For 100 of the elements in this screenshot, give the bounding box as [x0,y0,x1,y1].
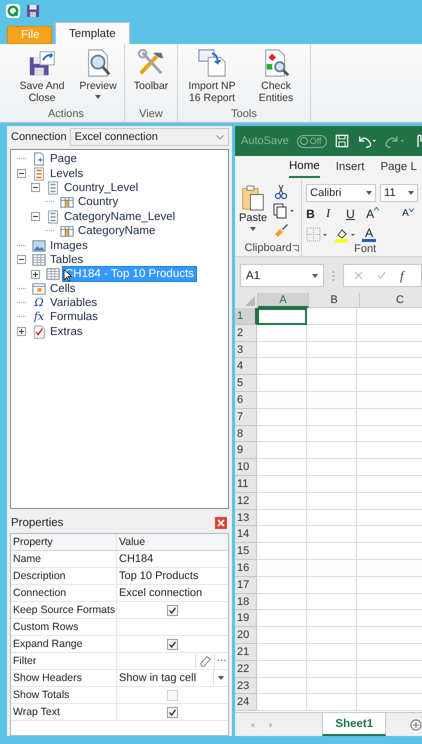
row-header[interactable]: 24 [235,694,257,712]
row-header[interactable]: 11 [235,476,257,493]
paste-button[interactable]: Paste [239,184,268,242]
more-button[interactable]: ··· [214,654,228,668]
grow-font-button[interactable]: A [366,206,398,220]
cancel-icon[interactable] [354,271,363,280]
caret-icon [312,274,318,278]
caret-icon [366,190,372,194]
column-header[interactable]: C [360,293,422,308]
row-header[interactable]: 12 [235,492,257,510]
ribbon-button[interactable]: Save And Close [12,48,72,108]
tree-item[interactable]: Country [76,195,120,210]
row-header[interactable]: 3 [235,342,257,358]
collapse-icon[interactable] [17,169,26,178]
group-label: Tools [231,108,257,120]
column-header[interactable]: B [309,293,360,308]
group-label: Clipboard [244,242,292,254]
shrink-font-button[interactable]: A [402,208,418,219]
tree-item[interactable]: Page [48,152,79,166]
row-header[interactable]: 4 [235,358,257,376]
ribbon-tab[interactable]: Page L [380,156,417,178]
ribbon-button[interactable]: Preview [76,48,120,108]
tree-item[interactable]: Tables [48,252,86,267]
row-header[interactable]: 14 [235,526,257,544]
tree-item[interactable]: Cells [48,282,78,296]
ribbon-tab[interactable]: Template [55,22,130,44]
row-header[interactable]: 17 [235,576,257,594]
tree-item[interactable]: CategoryName [76,224,158,238]
row-header[interactable]: 6 [235,392,257,409]
cell-grid-icon [32,282,46,296]
formula-bar[interactable]: f [343,264,422,287]
italic-button[interactable]: I [326,206,342,221]
font-size-dropdown[interactable]: 11 [380,184,418,202]
ribbon-button[interactable]: Import NP 16 Report [182,48,242,108]
ribbon-button[interactable]: Check Entities [246,48,306,108]
expand-icon[interactable] [17,327,26,336]
collapse-icon[interactable] [31,183,40,192]
checklist-icon [32,324,46,339]
bold-button[interactable]: B [306,206,322,220]
tree-item[interactable]: Images [48,238,90,253]
checkbox[interactable] [167,690,178,700]
row-header[interactable]: 8 [235,426,257,442]
row-header[interactable]: 23 [235,678,257,694]
row-header[interactable]: 18 [235,594,257,610]
check-icon[interactable] [377,271,386,280]
underline-button[interactable]: U [346,206,362,220]
checkbox[interactable] [167,706,178,718]
dialog-launcher-icon[interactable] [292,245,300,252]
value-dropdown[interactable]: Show in tag cell [117,670,228,686]
row-header[interactable]: 15 [235,543,257,560]
connection-dropdown[interactable]: Excel connection [70,128,229,146]
row-header[interactable]: 7 [235,408,257,426]
save-icon[interactable] [334,133,349,149]
row-header[interactable]: 19 [235,610,257,628]
row-header[interactable]: 21 [235,644,257,661]
ribbon-button[interactable]: Toolbar [129,48,173,108]
name-box[interactable]: A1 [240,264,324,287]
collapse-icon[interactable] [17,255,26,264]
symbol-icon: fx [32,310,46,324]
tree-item[interactable]: CategoryName_Level [62,210,178,224]
arrow-down-icon [408,208,414,212]
ribbon-tab[interactable]: Insert [336,156,364,178]
row-header[interactable]: 22 [235,660,257,678]
row-header[interactable]: 16 [235,560,257,577]
checkbox[interactable] [167,604,178,616]
grid-icon [32,252,46,267]
row-header[interactable]: 20 [235,627,257,644]
scissors-icon[interactable] [273,184,290,200]
collapse-icon[interactable] [31,212,40,222]
tree-item[interactable]: Variables [48,296,100,310]
panel-title: Properties [11,517,64,529]
ribbon-tab[interactable]: Home [289,156,320,178]
font-name-dropdown[interactable]: Calibri [306,184,376,202]
row-header[interactable]: 5 [235,375,257,392]
row-header[interactable]: 1 [235,308,257,325]
expand-icon[interactable] [31,270,40,279]
font-color-button[interactable]: A [362,227,376,242]
eraser-icon[interactable] [195,654,214,668]
tree-item[interactable]: Country_Level [62,180,140,195]
row-header[interactable]: 13 [235,510,257,526]
property-name: Filter [11,653,117,669]
save-icon[interactable] [26,4,40,18]
row-header[interactable]: 10 [235,459,257,476]
tree-item[interactable]: Formulas [48,310,100,324]
tree-item[interactable]: Levels [48,166,86,181]
paintbrush-icon[interactable] [273,222,290,238]
row-header[interactable]: 2 [235,324,257,342]
column-header[interactable]: A [258,293,309,308]
tree-item[interactable]: Extras [48,324,85,339]
sheet-tab[interactable]: Sheet1 [322,713,386,736]
sheet-scroll-icon[interactable] [249,720,274,730]
row-header[interactable]: 9 [235,442,257,460]
spreadsheet-cell[interactable] [257,308,307,325]
checkbox[interactable] [167,638,178,650]
close-icon[interactable] [215,517,227,529]
arrow-up-icon [374,206,380,210]
document-import-icon [197,48,227,78]
property-value: Excel connection [118,587,204,599]
add-icon[interactable] [410,718,422,732]
autosave-label: AutoSave [241,135,289,147]
